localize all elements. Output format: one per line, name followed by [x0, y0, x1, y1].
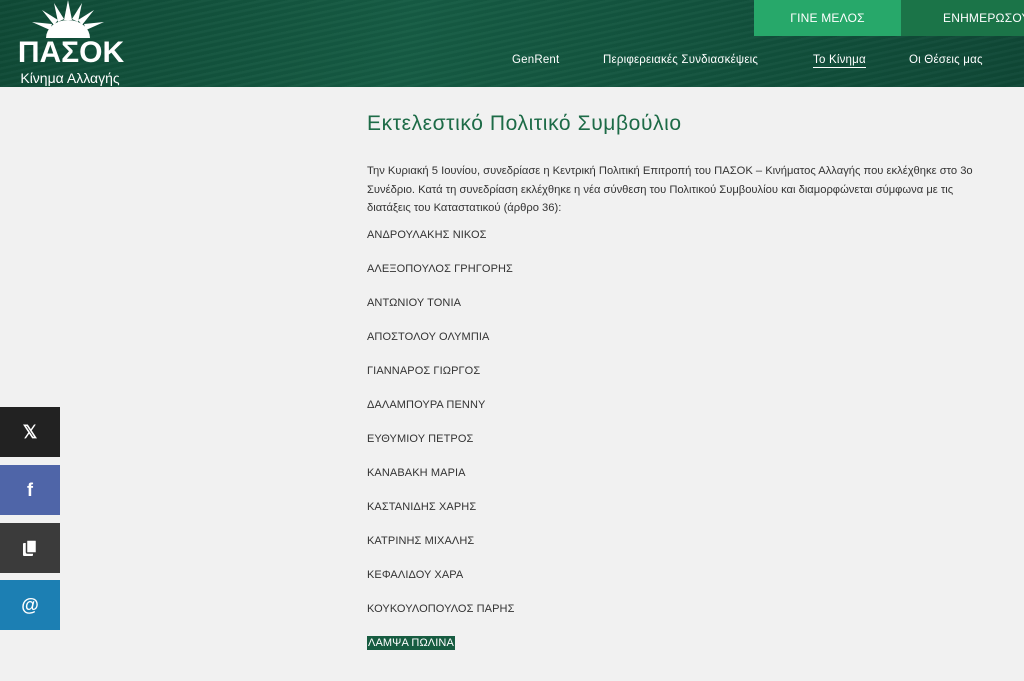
nav-item-genrent[interactable]: GenRent [512, 54, 559, 66]
list-item: ΕΥΘΥΜΙΟΥ ΠΕΤΡΟΣ [367, 432, 474, 445]
share-email-button[interactable]: @ [0, 580, 60, 630]
site-header: ΠΑΣΟΚ Κίνημα Αλλαγής ΓΙΝΕ ΜΕΛΟΣ ΕΝΗΜΕΡΩΣ… [0, 0, 1024, 87]
list-item: ΔΑΛΑΜΠΟΥΡΑ ΠΕΝΝΥ [367, 398, 486, 411]
main-content: Εκτελεστικό Πολιτικό Συμβούλιο Την Κυρια… [367, 110, 987, 670]
list-item: ΓΙΑΝΝΑΡΟΣ ΓΙΩΡΓΟΣ [367, 364, 481, 377]
logo-wordmark: ΠΑΣΟΚ [17, 36, 125, 69]
at-sign-icon: @ [21, 594, 39, 615]
newsletter-button[interactable]: ΕΝΗΜΕΡΩΣΟΥ [901, 0, 1024, 36]
members-list: ΑΝΔΡΟΥΛΑΚΗΣ ΝΙΚΟΣ ΑΛΕΞΟΠΟΥΛΟΣ ΓΡΗΓΟΡΗΣ Α… [367, 228, 987, 670]
list-item-highlighted: ΛΑΜΨΑ ΠΩΛΙΝΑ [367, 635, 987, 670]
list-item: ΚΑΤΡΙΝΗΣ ΜΙΧΑΛΗΣ [367, 534, 475, 547]
become-member-button[interactable]: ΓΙΝΕ ΜΕΛΟΣ [754, 0, 901, 36]
selected-text: ΛΑΜΨΑ ΠΩΛΙΝΑ [367, 635, 455, 650]
logo-tagline: Κίνημα Αλλαγής [20, 70, 120, 86]
share-facebook-button[interactable]: f [0, 465, 60, 515]
share-x-button[interactable]: 𝕏 [0, 407, 60, 457]
page-title: Εκτελεστικό Πολιτικό Συμβούλιο [367, 112, 682, 135]
nav-item-positions[interactable]: Οι Θέσεις μας [909, 54, 983, 66]
site-logo[interactable]: ΠΑΣΟΚ Κίνημα Αλλαγής [10, 0, 125, 87]
sun-icon [32, 0, 104, 38]
x-icon: 𝕏 [22, 421, 38, 442]
list-item: ΑΝΤΩΝΙΟΥ ΤΟΝΙΑ [367, 296, 462, 309]
nav-item-movement[interactable]: Το Κίνημα [813, 54, 866, 68]
list-item: ΚΕΦΑΛΙΔΟΥ ΧΑΡΑ [367, 568, 464, 581]
list-item: ΑΝΔΡΟΥΛΑΚΗΣ ΝΙΚΟΣ [367, 228, 487, 241]
list-item: ΑΠΟΣΤΟΛΟΥ ΟΛΥΜΠΙΑ [367, 330, 490, 343]
copy-link-button[interactable] [0, 523, 60, 573]
nav-item-regional-conferences[interactable]: Περιφερειακές Συνδιασκέψεις [603, 54, 758, 66]
list-item: ΚΑΣΤΑΝΙΔΗΣ ΧΑΡΗΣ [367, 500, 477, 513]
list-item: ΚΟΥΚΟΥΛΟΠΟΥΛΟΣ ΠΑΡΗΣ [367, 602, 515, 615]
copy-icon [23, 539, 38, 556]
list-item: ΚΑΝΑΒΑΚΗ ΜΑΡΙΑ [367, 466, 466, 479]
intro-paragraph: Την Κυριακή 5 Ιουνίου, συνεδρίασε η Κεντ… [367, 165, 973, 215]
facebook-icon: f [27, 479, 33, 500]
list-item: ΑΛΕΞΟΠΟΥΛΟΣ ΓΡΗΓΟΡΗΣ [367, 262, 513, 275]
